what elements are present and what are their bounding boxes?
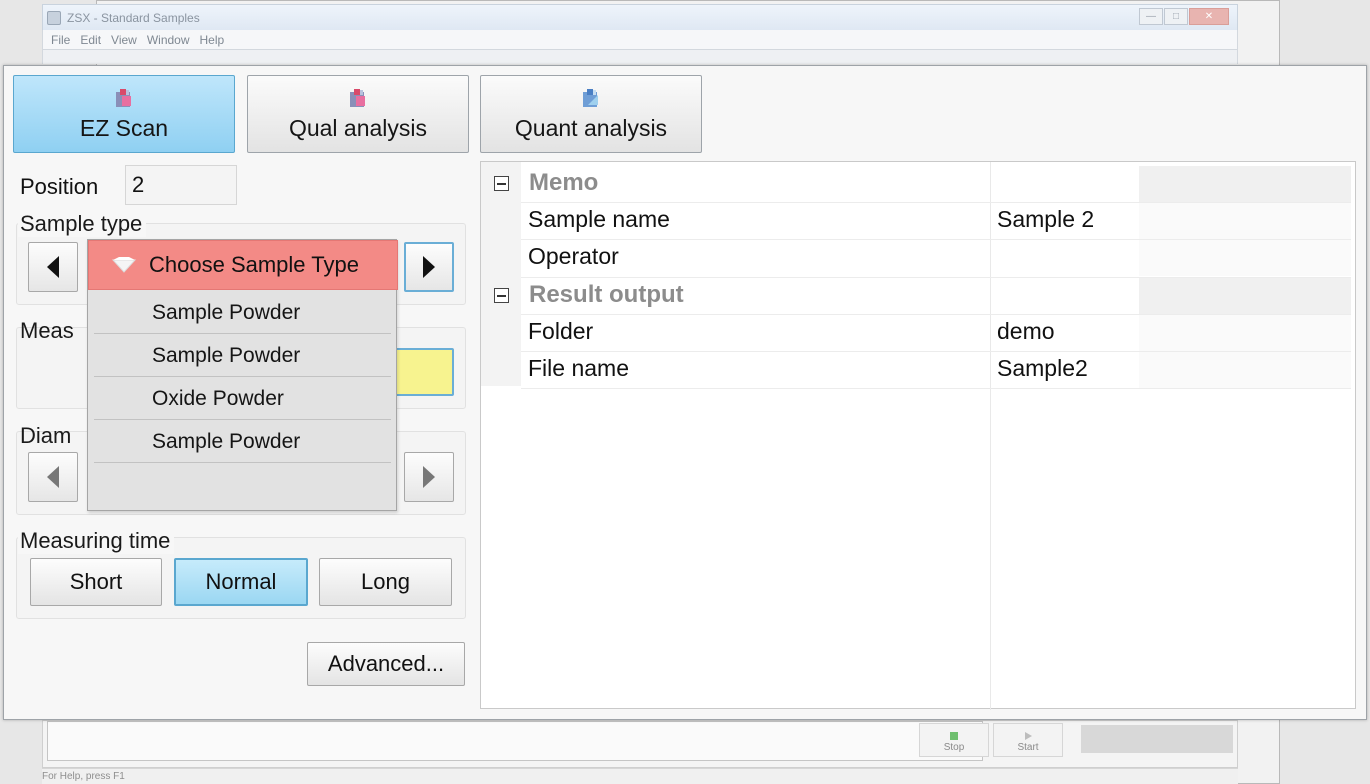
file-name-value[interactable]: Sample2 bbox=[997, 355, 1088, 382]
grid-row-line bbox=[521, 351, 1351, 352]
ez-scan-icon bbox=[116, 89, 131, 107]
collapse-icon[interactable] bbox=[494, 176, 509, 191]
stop-icon bbox=[950, 732, 958, 740]
grid-cell-tail bbox=[1139, 240, 1351, 276]
dropdown-item[interactable]: Oxide Powder bbox=[94, 378, 391, 420]
dropdown-item[interactable]: Sample Powder bbox=[94, 421, 391, 463]
bg-gray-field bbox=[1081, 725, 1233, 753]
grid-row-line bbox=[521, 388, 1351, 389]
menu-view[interactable]: View bbox=[111, 33, 137, 47]
grid-category-tail bbox=[1139, 166, 1351, 202]
position-label: Position bbox=[20, 174, 99, 199]
menu-help[interactable]: Help bbox=[200, 33, 225, 47]
advanced-button[interactable]: Advanced... bbox=[307, 642, 465, 686]
grid-gutter bbox=[481, 162, 521, 386]
tab-ez-scan[interactable]: EZ Scan bbox=[13, 75, 235, 153]
close-icon[interactable]: ✕ bbox=[1189, 8, 1229, 25]
bg-window-controls: — □ ✕ bbox=[1139, 8, 1229, 25]
measuring-time-label: Measuring time bbox=[18, 528, 175, 554]
collapse-icon[interactable] bbox=[494, 288, 509, 303]
property-operator: Operator bbox=[528, 243, 619, 269]
bg-bottom-panel: Stop Start bbox=[42, 720, 1238, 768]
dropdown-title: Choose Sample Type bbox=[149, 252, 359, 277]
measure-label: Meas bbox=[20, 318, 74, 343]
qual-analysis-icon bbox=[350, 89, 365, 107]
stop-label: Stop bbox=[943, 742, 965, 753]
sample-type-prev-button[interactable] bbox=[28, 242, 78, 292]
diameter-next-button[interactable] bbox=[404, 452, 454, 502]
property-grid: Memo Sample name Sample 2 Operator Resul… bbox=[480, 161, 1356, 710]
sample-type-dropdown-header[interactable]: Choose Sample Type bbox=[88, 240, 398, 290]
time-short-button[interactable]: Short bbox=[30, 558, 162, 606]
arrow-left-icon bbox=[47, 256, 59, 278]
bg-toolbar bbox=[42, 50, 1238, 64]
position-field[interactable]: 2 bbox=[125, 165, 237, 205]
grid-row-line bbox=[521, 277, 1351, 278]
grid-cell-tail bbox=[1139, 203, 1351, 239]
grid-row-line bbox=[521, 202, 1351, 203]
tab-quant-analysis-label: Quant analysis bbox=[514, 115, 668, 141]
quant-analysis-icon bbox=[583, 89, 598, 107]
bg-log-area bbox=[47, 721, 983, 761]
maximize-icon[interactable]: □ bbox=[1164, 8, 1188, 25]
status-bar: For Help, press F1 bbox=[42, 768, 1238, 784]
tab-quant-analysis[interactable]: Quant analysis bbox=[480, 75, 702, 153]
folder-value[interactable]: demo bbox=[997, 318, 1055, 345]
property-sample-name: Sample name bbox=[528, 206, 670, 232]
ez-scan-dialog: EZ Scan Qual analysis Quant analysis Pos… bbox=[3, 65, 1367, 720]
start-icon bbox=[1025, 732, 1032, 740]
start-button[interactable]: Start bbox=[993, 723, 1063, 757]
bg-window-title: ZSX - Standard Samples bbox=[67, 10, 200, 25]
dropdown-item[interactable]: Sample Powder bbox=[94, 292, 391, 334]
tab-qual-analysis[interactable]: Qual analysis bbox=[247, 75, 469, 153]
sample-name-value[interactable]: Sample 2 bbox=[997, 206, 1094, 233]
arrow-left-icon bbox=[47, 466, 59, 488]
sample-type-dropdown: Choose Sample Type Sample Powder Sample … bbox=[87, 239, 398, 511]
sample-type-label: Sample type bbox=[18, 211, 147, 237]
menu-edit[interactable]: Edit bbox=[80, 33, 101, 47]
dropdown-item-empty[interactable] bbox=[94, 464, 391, 506]
grid-category-tail bbox=[1139, 278, 1351, 314]
result-output-category[interactable]: Result output bbox=[529, 281, 684, 309]
diameter-prev-button[interactable] bbox=[28, 452, 78, 502]
tab-ez-scan-label: EZ Scan bbox=[79, 115, 169, 141]
menu-window[interactable]: Window bbox=[147, 33, 190, 47]
bg-menu-bar: File Edit View Window Help bbox=[42, 30, 1238, 50]
grid-cell-tail bbox=[1139, 315, 1351, 351]
property-folder: Folder bbox=[528, 318, 594, 344]
diameter-label: Diam bbox=[20, 423, 72, 448]
grid-column-divider bbox=[990, 162, 991, 710]
grid-cell-tail bbox=[1139, 352, 1351, 388]
minimize-icon[interactable]: — bbox=[1139, 8, 1163, 25]
app-icon bbox=[47, 10, 61, 25]
sample-type-next-button[interactable] bbox=[404, 242, 454, 292]
start-label: Start bbox=[1017, 742, 1039, 753]
property-file-name: File name bbox=[528, 355, 629, 381]
stop-button[interactable]: Stop bbox=[919, 723, 989, 757]
time-long-button[interactable]: Long bbox=[319, 558, 452, 606]
grid-row-line bbox=[521, 314, 1351, 315]
time-normal-button[interactable]: Normal bbox=[174, 558, 308, 606]
arrow-right-icon bbox=[423, 466, 435, 488]
gem-icon bbox=[111, 257, 137, 273]
grid-row-line bbox=[521, 239, 1351, 240]
tab-qual-analysis-label: Qual analysis bbox=[288, 115, 428, 141]
dropdown-item[interactable]: Sample Powder bbox=[94, 335, 391, 377]
arrow-right-icon bbox=[423, 256, 435, 278]
menu-file[interactable]: File bbox=[51, 33, 70, 47]
bg-title-bar: ZSX - Standard Samples — □ ✕ bbox=[42, 4, 1238, 30]
memo-category[interactable]: Memo bbox=[529, 169, 598, 197]
settings-panel: Position 2 Sample type Meas Diam Measuri… bbox=[4, 162, 474, 720]
measure-color-field[interactable] bbox=[394, 348, 454, 396]
